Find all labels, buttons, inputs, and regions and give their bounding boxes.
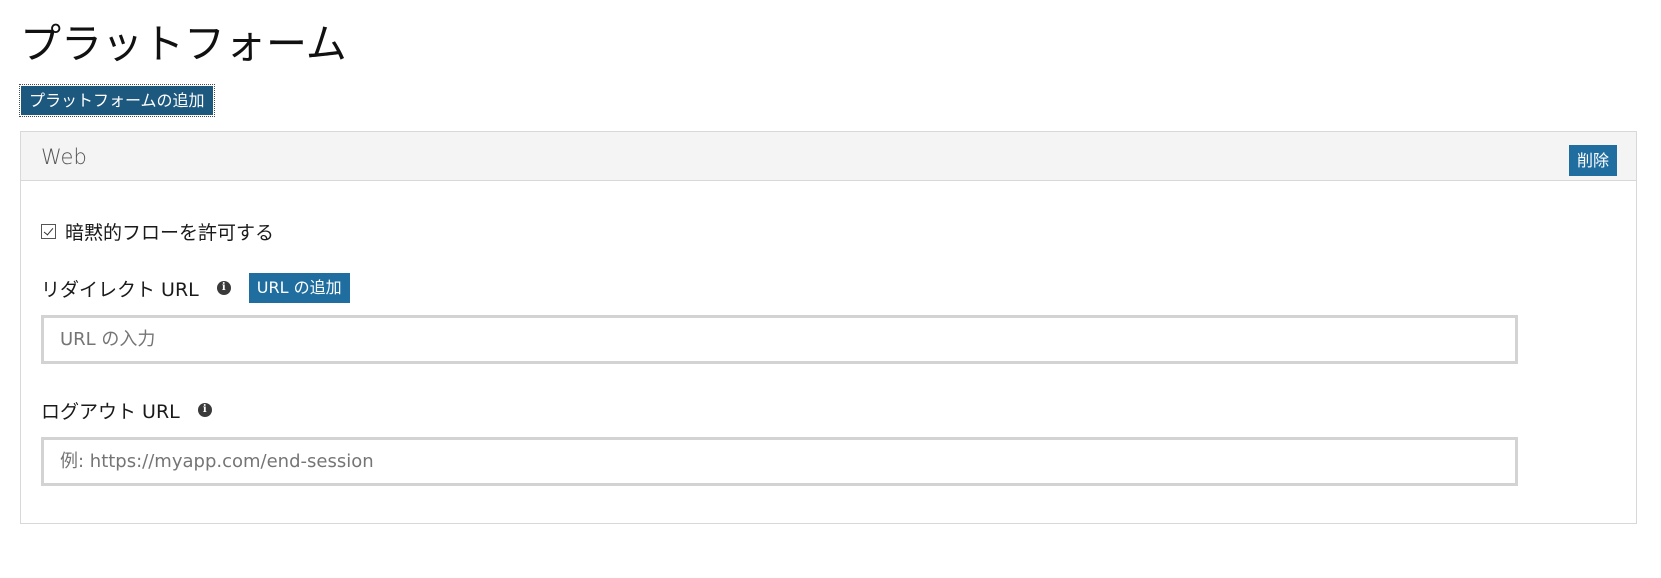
add-platform-focus-ring: プラットフォームの追加 (19, 84, 215, 117)
logout-url-label-row: ログアウト URL i (41, 394, 212, 426)
page-title: プラットフォーム (20, 20, 347, 68)
add-url-button[interactable]: URL の追加 (248, 273, 350, 303)
delete-platform-button[interactable]: 削除 (1568, 145, 1617, 176)
redirect-url-label-row: リダイレクト URL i URL の追加 (41, 272, 350, 304)
logout-url-input[interactable] (41, 437, 1518, 486)
add-platform-button[interactable]: プラットフォームの追加 (21, 86, 213, 115)
platform-panel-web: Web 削除 暗黙的フローを許可する リダイレクト URL i URL の追加 … (20, 131, 1637, 524)
implicit-flow-checkbox[interactable] (41, 223, 56, 239)
platform-name: Web (41, 145, 87, 169)
info-icon[interactable]: i (216, 281, 231, 295)
platform-panel-header: Web 削除 (21, 132, 1636, 181)
implicit-flow-row[interactable]: 暗黙的フローを許可する (41, 217, 274, 245)
redirect-url-input[interactable] (41, 315, 1518, 364)
logout-url-label: ログアウト URL (41, 400, 180, 423)
implicit-flow-label[interactable]: 暗黙的フローを許可する (65, 218, 274, 245)
info-icon[interactable]: i (197, 403, 212, 417)
redirect-url-label: リダイレクト URL (41, 278, 199, 301)
